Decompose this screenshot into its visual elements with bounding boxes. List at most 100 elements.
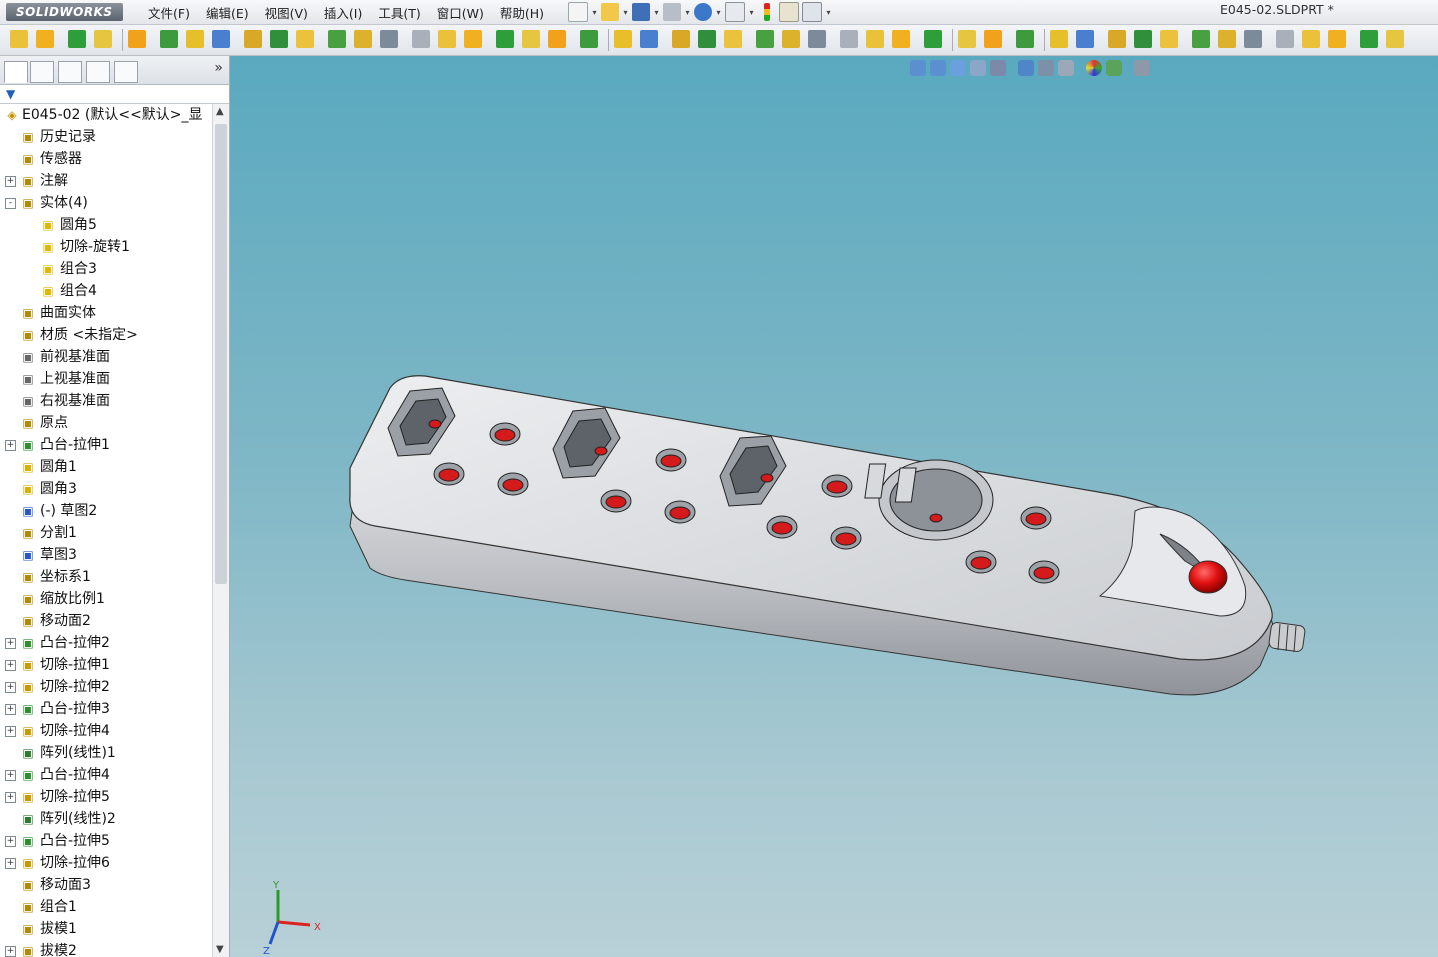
tree-item[interactable]: + ▣ 切除-拉伸6 bbox=[0, 852, 212, 874]
scroll-up-icon[interactable]: ▲ bbox=[216, 106, 224, 117]
tree-item[interactable]: ▣ 原点 bbox=[0, 412, 212, 434]
toolbar-feature-icon-41[interactable] bbox=[1192, 30, 1210, 48]
menu-item-1[interactable]: 编辑(E) bbox=[198, 3, 257, 22]
model-view[interactable]: Y X Z bbox=[230, 56, 1438, 957]
tree-item[interactable]: ▣ 组合1 bbox=[0, 896, 212, 918]
select-arrow-icon[interactable] bbox=[725, 2, 745, 22]
options-icon[interactable] bbox=[802, 2, 822, 22]
scroll-down-icon[interactable]: ▼ bbox=[216, 944, 224, 955]
open-folder-icon[interactable] bbox=[601, 3, 619, 21]
tree-item[interactable]: ▣ 曲面实体 bbox=[0, 302, 212, 324]
toolbar-feature-icon-14[interactable] bbox=[412, 30, 430, 48]
save-warning-icon[interactable] bbox=[632, 3, 650, 21]
toolbar-feature-icon-38[interactable] bbox=[1108, 30, 1126, 48]
tree-scrollbar[interactable]: ▲ ▼ bbox=[212, 104, 229, 957]
menu-item-5[interactable]: 窗口(W) bbox=[429, 3, 492, 22]
toolbar-feature-icon-26[interactable] bbox=[756, 30, 774, 48]
tree-item[interactable]: ▣ 分割1 bbox=[0, 522, 212, 544]
toolbar-feature-icon-7[interactable] bbox=[212, 30, 230, 48]
expand-icon[interactable]: + bbox=[5, 660, 16, 671]
tree-item[interactable]: ▣ 阵列(线性)1 bbox=[0, 742, 212, 764]
expand-icon[interactable]: + bbox=[5, 836, 16, 847]
expand-icon[interactable]: + bbox=[5, 946, 16, 957]
toolbar-feature-icon-28[interactable] bbox=[808, 30, 826, 48]
toolbar-feature-icon-9[interactable] bbox=[270, 30, 288, 48]
tree-item[interactable]: + ▣ 切除-拉伸5 bbox=[0, 786, 212, 808]
toolbar-feature-icon-22[interactable] bbox=[640, 30, 658, 48]
toolbar-feature-icon-44[interactable] bbox=[1276, 30, 1294, 48]
expand-icon[interactable]: + bbox=[5, 440, 16, 451]
toolbar-feature-icon-34[interactable] bbox=[984, 30, 1002, 48]
menu-item-2[interactable]: 视图(V) bbox=[257, 3, 316, 22]
dimxpert-manager-tab[interactable] bbox=[86, 61, 110, 83]
expand-icon[interactable]: + bbox=[5, 176, 16, 187]
tree-item[interactable]: ▣ 圆角5 bbox=[0, 214, 212, 236]
menu-item-0[interactable]: 文件(F) bbox=[140, 3, 198, 22]
tree-item[interactable]: ▣ 历史记录 bbox=[0, 126, 212, 148]
collapse-icon[interactable]: - bbox=[5, 198, 16, 209]
scroll-thumb[interactable] bbox=[215, 124, 227, 584]
more-tabs-icon[interactable]: » bbox=[214, 60, 223, 76]
tree-item[interactable]: + ▣ 注解 bbox=[0, 170, 212, 192]
toolbar-feature-icon-3[interactable] bbox=[94, 30, 112, 48]
property-manager-tab[interactable] bbox=[30, 61, 54, 83]
tree-item[interactable]: ▣ 组合3 bbox=[0, 258, 212, 280]
expand-icon[interactable]: + bbox=[5, 726, 16, 737]
tree-item[interactable]: + ▣ 切除-拉伸4 bbox=[0, 720, 212, 742]
tree-item[interactable]: + ▣ 凸台-拉伸4 bbox=[0, 764, 212, 786]
toolbar-feature-icon-10[interactable] bbox=[296, 30, 314, 48]
toolbar-feature-icon-32[interactable] bbox=[924, 30, 942, 48]
toolbar-feature-icon-18[interactable] bbox=[522, 30, 540, 48]
feature-manager-tab[interactable] bbox=[4, 61, 28, 83]
file-properties-icon[interactable] bbox=[779, 2, 799, 22]
toolbar-feature-icon-0[interactable] bbox=[10, 30, 28, 48]
menu-item-3[interactable]: 插入(I) bbox=[316, 3, 370, 22]
rebuild-traffic-light-icon[interactable] bbox=[764, 3, 770, 21]
print-icon[interactable] bbox=[663, 3, 681, 21]
tree-item[interactable]: + ▣ 拔模2 bbox=[0, 940, 212, 957]
tree-item[interactable]: + ▣ 切除-拉伸1 bbox=[0, 654, 212, 676]
expand-icon[interactable]: + bbox=[5, 638, 16, 649]
expand-icon[interactable]: + bbox=[5, 682, 16, 693]
display-manager-tab[interactable] bbox=[114, 61, 138, 83]
tree-item[interactable]: ▣ 缩放比例1 bbox=[0, 588, 212, 610]
toolbar-feature-icon-12[interactable] bbox=[354, 30, 372, 48]
toolbar-feature-icon-36[interactable] bbox=[1050, 30, 1068, 48]
toolbar-feature-icon-45[interactable] bbox=[1302, 30, 1320, 48]
configuration-manager-tab[interactable] bbox=[58, 61, 82, 83]
tree-item[interactable]: + ▣ 凸台-拉伸2 bbox=[0, 632, 212, 654]
toolbar-feature-icon-43[interactable] bbox=[1244, 30, 1262, 48]
toolbar-feature-icon-31[interactable] bbox=[892, 30, 910, 48]
toolbar-feature-icon-39[interactable] bbox=[1134, 30, 1152, 48]
expand-icon[interactable]: + bbox=[5, 792, 16, 803]
tree-item[interactable]: ▣ 圆角3 bbox=[0, 478, 212, 500]
toolbar-feature-icon-4[interactable] bbox=[128, 30, 146, 48]
toolbar-feature-icon-2[interactable] bbox=[68, 30, 86, 48]
toolbar-feature-icon-35[interactable] bbox=[1016, 30, 1034, 48]
tree-item[interactable]: ▣ 移动面3 bbox=[0, 874, 212, 896]
toolbar-feature-icon-11[interactable] bbox=[328, 30, 346, 48]
toolbar-feature-icon-19[interactable] bbox=[548, 30, 566, 48]
toolbar-feature-icon-29[interactable] bbox=[840, 30, 858, 48]
toolbar-feature-icon-27[interactable] bbox=[782, 30, 800, 48]
tree-item[interactable]: ▣ 草图3 bbox=[0, 544, 212, 566]
tree-item[interactable]: ▣ 切除-旋转1 bbox=[0, 236, 212, 258]
menu-item-6[interactable]: 帮助(H) bbox=[492, 3, 552, 22]
graphics-area[interactable]: Y X Z bbox=[230, 56, 1438, 957]
tree-item[interactable]: ▣ 阵列(线性)2 bbox=[0, 808, 212, 830]
toolbar-feature-icon-5[interactable] bbox=[160, 30, 178, 48]
toolbar-feature-icon-17[interactable] bbox=[496, 30, 514, 48]
toolbar-feature-icon-21[interactable] bbox=[614, 30, 632, 48]
tree-item[interactable]: ▣ 移动面2 bbox=[0, 610, 212, 632]
tree-filter[interactable]: ▼ bbox=[0, 85, 229, 104]
toolbar-feature-icon-6[interactable] bbox=[186, 30, 204, 48]
tree-item[interactable]: + ▣ 凸台-拉伸3 bbox=[0, 698, 212, 720]
toolbar-feature-icon-40[interactable] bbox=[1160, 30, 1178, 48]
toolbar-feature-icon-46[interactable] bbox=[1328, 30, 1346, 48]
toolbar-feature-icon-48[interactable] bbox=[1386, 30, 1404, 48]
undo-icon[interactable] bbox=[694, 3, 712, 21]
tree-item[interactable]: ▣ 材质 <未指定> bbox=[0, 324, 212, 346]
toolbar-feature-icon-20[interactable] bbox=[580, 30, 598, 48]
toolbar-feature-icon-15[interactable] bbox=[438, 30, 456, 48]
tree-item[interactable]: + ▣ 凸台-拉伸5 bbox=[0, 830, 212, 852]
